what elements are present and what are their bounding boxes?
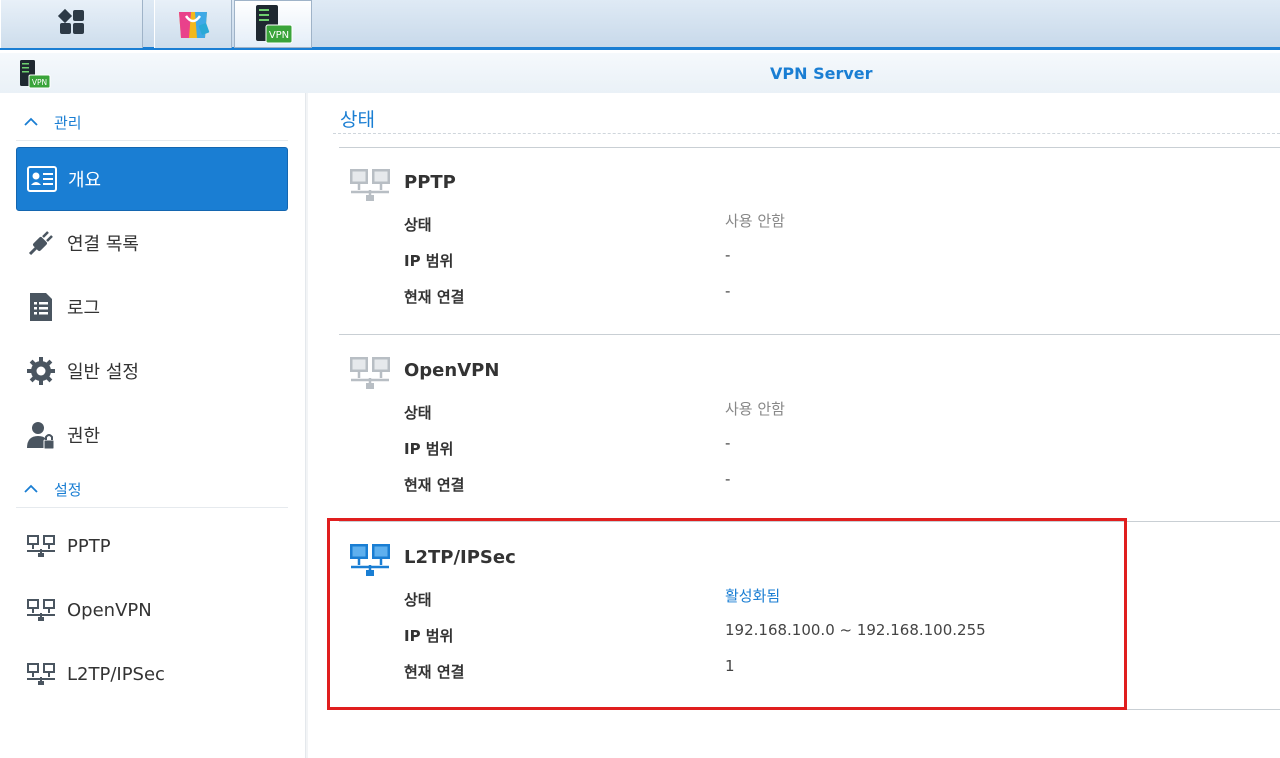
sidebar-item-label: 연결 목록 — [67, 234, 139, 255]
overview-card-icon — [27, 164, 57, 194]
sidebar-section-settings[interactable]: 설정 — [16, 472, 288, 508]
sidebar-item-overview[interactable]: 개요 — [16, 147, 288, 211]
status-value: 사용 안함 — [725, 212, 785, 230]
shopping-bag-icon — [173, 2, 213, 46]
sidebar-item-label: OpenVPN — [67, 599, 152, 621]
status-panel-openvpn: OpenVPN 상태 사용 안함 IP 범위 - 현재 연결 - — [339, 336, 1280, 522]
main-menu-button[interactable] — [0, 0, 143, 48]
sidebar-item-general-settings[interactable]: 일반 설정 — [16, 339, 288, 403]
ip-range-label: IP 범위 — [404, 440, 454, 458]
sidebar-item-connection-list[interactable]: 연결 목록 — [16, 211, 288, 275]
sidebar-item-label: 권한 — [67, 426, 101, 447]
sidebar-section-label: 설정 — [54, 481, 82, 499]
vpn-server-icon: VPN — [252, 3, 294, 45]
current-connections-value: - — [725, 470, 731, 488]
network-icon — [26, 531, 56, 561]
sidebar-item-pptp[interactable]: PPTP — [16, 514, 288, 578]
log-document-icon — [26, 292, 56, 322]
panel-title: OpenVPN — [404, 360, 500, 381]
panel-title: PPTP — [404, 172, 456, 193]
grid-icon — [57, 7, 87, 41]
sidebar-item-log[interactable]: 로그 — [16, 275, 288, 339]
ip-range-value: - — [725, 246, 731, 264]
sidebar-section-manage[interactable]: 관리 — [16, 105, 288, 141]
status-label: 상태 — [404, 216, 432, 234]
status-panel-pptp: PPTP 상태 사용 안함 IP 범위 - 현재 연결 - — [339, 148, 1280, 334]
network-gray-icon — [349, 168, 391, 206]
package-center-button[interactable] — [154, 0, 232, 48]
current-connections-label: 현재 연결 — [404, 288, 465, 306]
sidebar-item-label: 일반 설정 — [67, 362, 139, 383]
taskbar: VPN — [0, 0, 1280, 50]
vpn-server-taskbar-button[interactable]: VPN — [234, 0, 312, 48]
sidebar-item-label: 로그 — [67, 298, 101, 319]
sidebar-item-openvpn[interactable]: OpenVPN — [16, 578, 288, 642]
ip-range-label: IP 범위 — [404, 252, 454, 270]
status-label: 상태 — [404, 404, 432, 422]
window-titlebar: VPN VPN Server — [0, 53, 1280, 93]
window-title: VPN Server — [770, 64, 873, 83]
vpn-badge-text: VPN — [269, 30, 289, 41]
sidebar-item-label: PPTP — [67, 535, 111, 557]
gear-icon — [26, 356, 56, 386]
network-gray-icon — [349, 356, 391, 394]
window-vpn-badge: VPN — [32, 78, 47, 87]
sidebar-item-label: L2TP/IPSec — [67, 663, 165, 685]
page-title: 상태 — [340, 109, 375, 131]
current-connections-label: 현재 연결 — [404, 476, 465, 494]
network-icon — [26, 659, 56, 689]
chevron-up-icon — [24, 116, 46, 130]
current-connections-value: - — [725, 282, 731, 300]
ip-range-value: - — [725, 434, 731, 452]
chevron-up-icon — [24, 483, 46, 497]
heading-divider — [333, 133, 1280, 134]
user-lock-icon — [26, 420, 56, 450]
network-icon — [26, 595, 56, 625]
highlight-box — [327, 518, 1127, 710]
panel-divider — [339, 334, 1280, 335]
vpn-server-window-icon: VPN — [19, 59, 51, 93]
sidebar: 관리 개요 연결 목록 로그 일반 설정 권한 설정 PPTP OpenVPN … — [0, 93, 308, 758]
sidebar-item-label: 개요 — [68, 170, 102, 191]
sidebar-item-l2tp-ipsec[interactable]: L2TP/IPSec — [16, 642, 288, 706]
plug-icon — [26, 228, 56, 258]
sidebar-section-label: 관리 — [54, 114, 82, 132]
sidebar-item-privileges[interactable]: 권한 — [16, 403, 288, 467]
status-value: 사용 안함 — [725, 400, 785, 418]
